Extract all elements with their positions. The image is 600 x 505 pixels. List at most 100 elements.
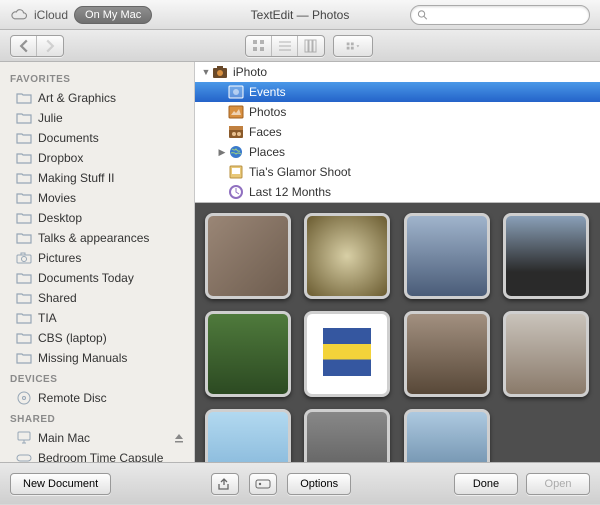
- photo-thumbnail[interactable]: [304, 311, 390, 397]
- smart-icon: [227, 184, 245, 200]
- sidebar-item-label: Talks & appearances: [38, 231, 149, 245]
- sidebar-item-label: Shared: [38, 291, 77, 305]
- sidebar-item-desktop[interactable]: Desktop: [0, 208, 194, 228]
- disc-icon: [16, 391, 32, 405]
- photo-thumbnail[interactable]: [503, 311, 589, 397]
- tags-button[interactable]: [249, 473, 277, 495]
- outline-item-label: Tia's Glamor Shoot: [249, 165, 351, 179]
- disclosure-triangle-icon[interactable]: ▶: [217, 147, 227, 158]
- icon-view-button[interactable]: [246, 36, 272, 56]
- search-field[interactable]: [410, 5, 590, 25]
- list-view-button[interactable]: [272, 36, 298, 56]
- outline-item-label: iPhoto: [233, 65, 267, 79]
- photo-thumbnail[interactable]: [304, 213, 390, 299]
- eject-icon[interactable]: [174, 432, 184, 446]
- sidebar-item-label: Art & Graphics: [38, 91, 116, 105]
- sidebar-item-label: Main Mac: [38, 431, 90, 445]
- sidebar-item-main-mac[interactable]: Main Mac: [0, 428, 194, 448]
- done-button[interactable]: Done: [454, 473, 518, 495]
- toolbar: [0, 30, 600, 62]
- content-area: ▼ iPhoto Events Photos Faces ▶ Places Tia's Gla…: [195, 62, 600, 462]
- sidebar-item-art-graphics[interactable]: Art & Graphics: [0, 88, 194, 108]
- sidebar-item-remote-disc[interactable]: Remote Disc: [0, 388, 194, 408]
- window-title: TextEdit — Photos: [251, 8, 350, 22]
- folder-icon: [16, 271, 32, 285]
- folder-icon: [16, 171, 32, 185]
- sidebar-item-documents-today[interactable]: Documents Today: [0, 268, 194, 288]
- sidebar-item-label: Making Stuff II: [38, 171, 114, 185]
- folder-icon: [16, 291, 32, 305]
- icloud-label[interactable]: iCloud: [34, 8, 68, 22]
- sidebar-item-talks-appearances[interactable]: Talks & appearances: [0, 228, 194, 248]
- sidebar-item-dropbox[interactable]: Dropbox: [0, 148, 194, 168]
- column-view-button[interactable]: [298, 36, 324, 56]
- sidebar-item-label: Pictures: [38, 251, 81, 265]
- iphoto-icon: [211, 64, 229, 80]
- sidebar-item-documents[interactable]: Documents: [0, 128, 194, 148]
- tag-icon: [255, 479, 271, 489]
- photo-thumbnail[interactable]: [404, 409, 490, 462]
- outline-item-label: Events: [249, 85, 286, 99]
- events-icon: [227, 84, 245, 100]
- sidebar-item-movies[interactable]: Movies: [0, 188, 194, 208]
- folder-icon: [16, 191, 32, 205]
- main-area: FAVORITES Art & GraphicsJulieDocumentsDr…: [0, 62, 600, 462]
- options-button[interactable]: Options: [287, 473, 351, 495]
- folder-icon: [16, 91, 32, 105]
- sidebar-item-shared[interactable]: Shared: [0, 288, 194, 308]
- outline-item-faces[interactable]: Faces: [195, 122, 600, 142]
- outline-item-tia-s-glamor-shoot[interactable]: Tia's Glamor Shoot: [195, 162, 600, 182]
- thumbnail-grid[interactable]: [195, 203, 600, 462]
- outline-item-places[interactable]: ▶ Places: [195, 142, 600, 162]
- outline-item-last-12-months[interactable]: Last 12 Months: [195, 182, 600, 202]
- sidebar-item-label: TIA: [38, 311, 57, 325]
- photos-icon: [227, 104, 245, 120]
- outline-item-events[interactable]: Events: [195, 82, 600, 102]
- sidebar-item-label: Missing Manuals: [38, 351, 127, 365]
- photo-thumbnail[interactable]: [205, 213, 291, 299]
- arrange-menu[interactable]: [333, 35, 373, 57]
- back-button[interactable]: [11, 36, 37, 56]
- folder-icon: [16, 351, 32, 365]
- photo-thumbnail[interactable]: [205, 409, 291, 462]
- open-button[interactable]: Open: [526, 473, 590, 495]
- camera-icon: [16, 251, 32, 265]
- arrange-button[interactable]: [334, 36, 372, 56]
- places-icon: [227, 144, 245, 160]
- sidebar-item-tia[interactable]: TIA: [0, 308, 194, 328]
- share-button[interactable]: [211, 473, 239, 495]
- capsule-icon: [16, 451, 32, 462]
- photo-thumbnail[interactable]: [503, 213, 589, 299]
- media-outline: ▼ iPhoto Events Photos Faces ▶ Places Tia's Gla…: [195, 62, 600, 203]
- new-document-button[interactable]: New Document: [10, 473, 111, 495]
- sidebar-item-pictures[interactable]: Pictures: [0, 248, 194, 268]
- outline-item-photos[interactable]: Photos: [195, 102, 600, 122]
- folder-icon: [16, 331, 32, 345]
- on-my-mac-pill[interactable]: On My Mac: [74, 6, 152, 24]
- sidebar-item-cbs-laptop-[interactable]: CBS (laptop): [0, 328, 194, 348]
- sidebar-item-label: Bedroom Time Capsule: [38, 451, 163, 462]
- folder-icon: [16, 111, 32, 125]
- photo-thumbnail[interactable]: [205, 311, 291, 397]
- footer: New Document Options Done Open: [0, 462, 600, 504]
- photo-thumbnail[interactable]: [404, 311, 490, 397]
- sidebar-item-making-stuff-ii[interactable]: Making Stuff II: [0, 168, 194, 188]
- sidebar-item-missing-manuals[interactable]: Missing Manuals: [0, 348, 194, 368]
- folder-icon: [16, 211, 32, 225]
- disclosure-triangle-icon[interactable]: ▼: [201, 67, 211, 77]
- sidebar: FAVORITES Art & GraphicsJulieDocumentsDr…: [0, 62, 195, 462]
- outline-item-label: Last 12 Months: [249, 185, 331, 199]
- outline-item-label: Places: [249, 145, 285, 159]
- photo-thumbnail[interactable]: [404, 213, 490, 299]
- search-input[interactable]: [428, 9, 583, 21]
- photo-thumbnail[interactable]: [304, 409, 390, 462]
- sidebar-item-julie[interactable]: Julie: [0, 108, 194, 128]
- outline-item-label: Faces: [249, 125, 282, 139]
- sidebar-item-label: Documents: [38, 131, 99, 145]
- sidebar-item-label: Dropbox: [38, 151, 83, 165]
- forward-button[interactable]: [37, 36, 63, 56]
- sidebar-item-bedroom-time-capsule[interactable]: Bedroom Time Capsule: [0, 448, 194, 462]
- search-icon: [417, 9, 428, 21]
- sidebar-item-label: CBS (laptop): [38, 331, 107, 345]
- outline-item-iphoto[interactable]: ▼ iPhoto: [195, 62, 600, 82]
